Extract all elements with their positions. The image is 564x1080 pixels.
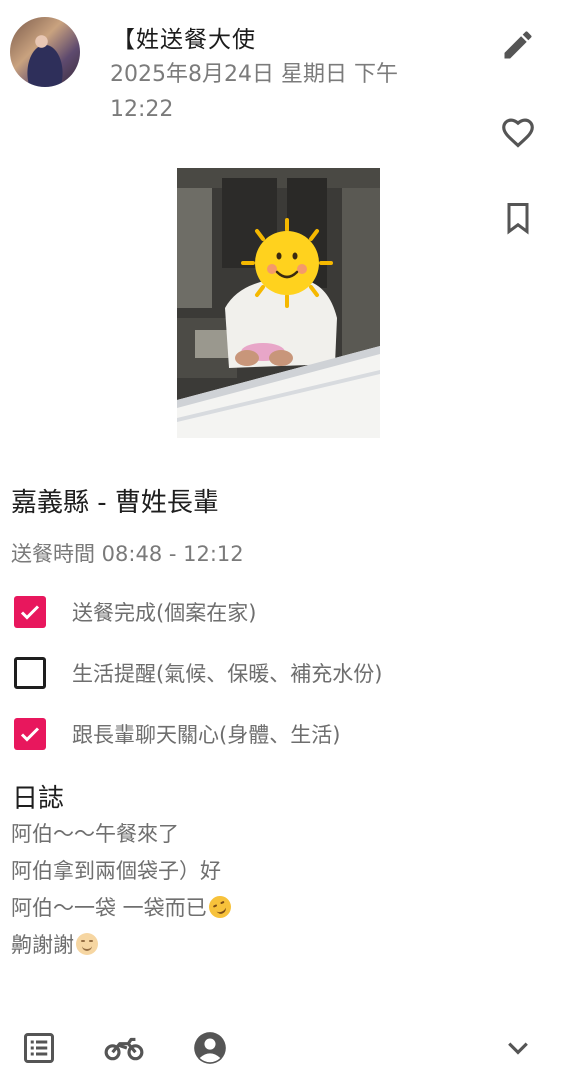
author-name: 【姓送餐大使 bbox=[112, 27, 256, 53]
log-line: 齁謝謝 bbox=[11, 927, 231, 964]
bookmark-icon bbox=[507, 203, 529, 235]
edit-button[interactable] bbox=[498, 25, 538, 65]
task-label: 送餐完成(個案在家) bbox=[72, 601, 257, 625]
visit-title: 嘉義縣 - 曹姓長輩 bbox=[11, 488, 219, 518]
task-item[interactable]: 生活提醒(氣候、保暖、補充水份) bbox=[14, 655, 382, 691]
account-icon bbox=[194, 1032, 226, 1064]
author-avatar[interactable] bbox=[10, 17, 80, 87]
nav-delivery-button[interactable] bbox=[102, 1028, 146, 1068]
task-label: 跟長輩聊天關心(身體、生活) bbox=[72, 723, 341, 747]
list-icon bbox=[24, 1033, 54, 1063]
chevron-down-icon bbox=[508, 1042, 528, 1055]
checkbox-unchecked[interactable] bbox=[14, 657, 46, 689]
check-icon bbox=[20, 605, 40, 620]
bookmark-button[interactable] bbox=[498, 198, 538, 238]
task-label: 生活提醒(氣候、保暖、補充水份) bbox=[72, 662, 383, 686]
post-datetime: 2025年8月24日 星期日 下午 12:22 bbox=[110, 62, 398, 122]
log-body: 阿伯～～午餐來了 阿伯拿到兩個袋子）好 阿伯～一袋 一袋而已 齁謝謝 bbox=[11, 816, 235, 964]
elder-photo-with-sun-sticker bbox=[177, 168, 380, 438]
collapse-button[interactable] bbox=[496, 1028, 540, 1068]
delivery-time: 送餐時間 08:48 - 12:12 bbox=[11, 542, 244, 566]
log-line: 阿伯拿到兩個袋子）好 bbox=[11, 859, 221, 883]
checkbox-checked[interactable] bbox=[14, 718, 46, 750]
check-icon bbox=[20, 727, 40, 742]
heart-icon bbox=[502, 118, 534, 148]
edit-icon bbox=[504, 31, 532, 59]
checkbox-checked[interactable] bbox=[14, 596, 46, 628]
log-line: 阿伯～一袋 一袋而已 bbox=[11, 890, 235, 927]
nav-list-button[interactable] bbox=[17, 1028, 61, 1068]
task-item[interactable]: 送餐完成(個案在家) bbox=[14, 594, 256, 630]
visit-photo[interactable] bbox=[177, 168, 380, 438]
task-item[interactable]: 跟長輩聊天關心(身體、生活) bbox=[14, 716, 340, 752]
like-button[interactable] bbox=[498, 112, 538, 152]
log-heading: 日誌 bbox=[12, 784, 65, 814]
motorcycle-icon bbox=[104, 1037, 144, 1061]
smiling-emoji bbox=[76, 933, 98, 955]
nav-account-button[interactable] bbox=[188, 1028, 232, 1068]
log-line: 阿伯～～午餐來了 bbox=[11, 822, 179, 846]
rofl-emoji bbox=[205, 892, 235, 922]
